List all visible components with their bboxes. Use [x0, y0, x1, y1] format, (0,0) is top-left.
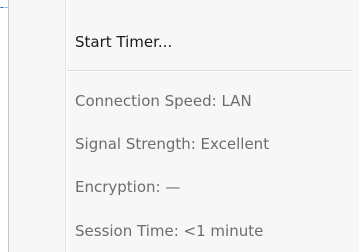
connection-speed-menu-item: Connection Speed: LAN [75, 92, 252, 110]
session-time-menu-item: Session Time: <1 minute [75, 222, 264, 240]
screen: Start Timer... Connection Speed: LAN Sig… [0, 0, 360, 252]
network-context-menu: Start Timer... Connection Speed: LAN Sig… [8, 0, 359, 252]
start-timer-menu-item[interactable]: Start Timer... [75, 32, 172, 52]
signal-strength-menu-item: Signal Strength: Excellent [75, 135, 270, 153]
encryption-menu-item: Encryption: — [75, 178, 181, 196]
menu-icon-gutter-highlight [66, 0, 67, 252]
menu-separator-highlight [67, 71, 353, 72]
